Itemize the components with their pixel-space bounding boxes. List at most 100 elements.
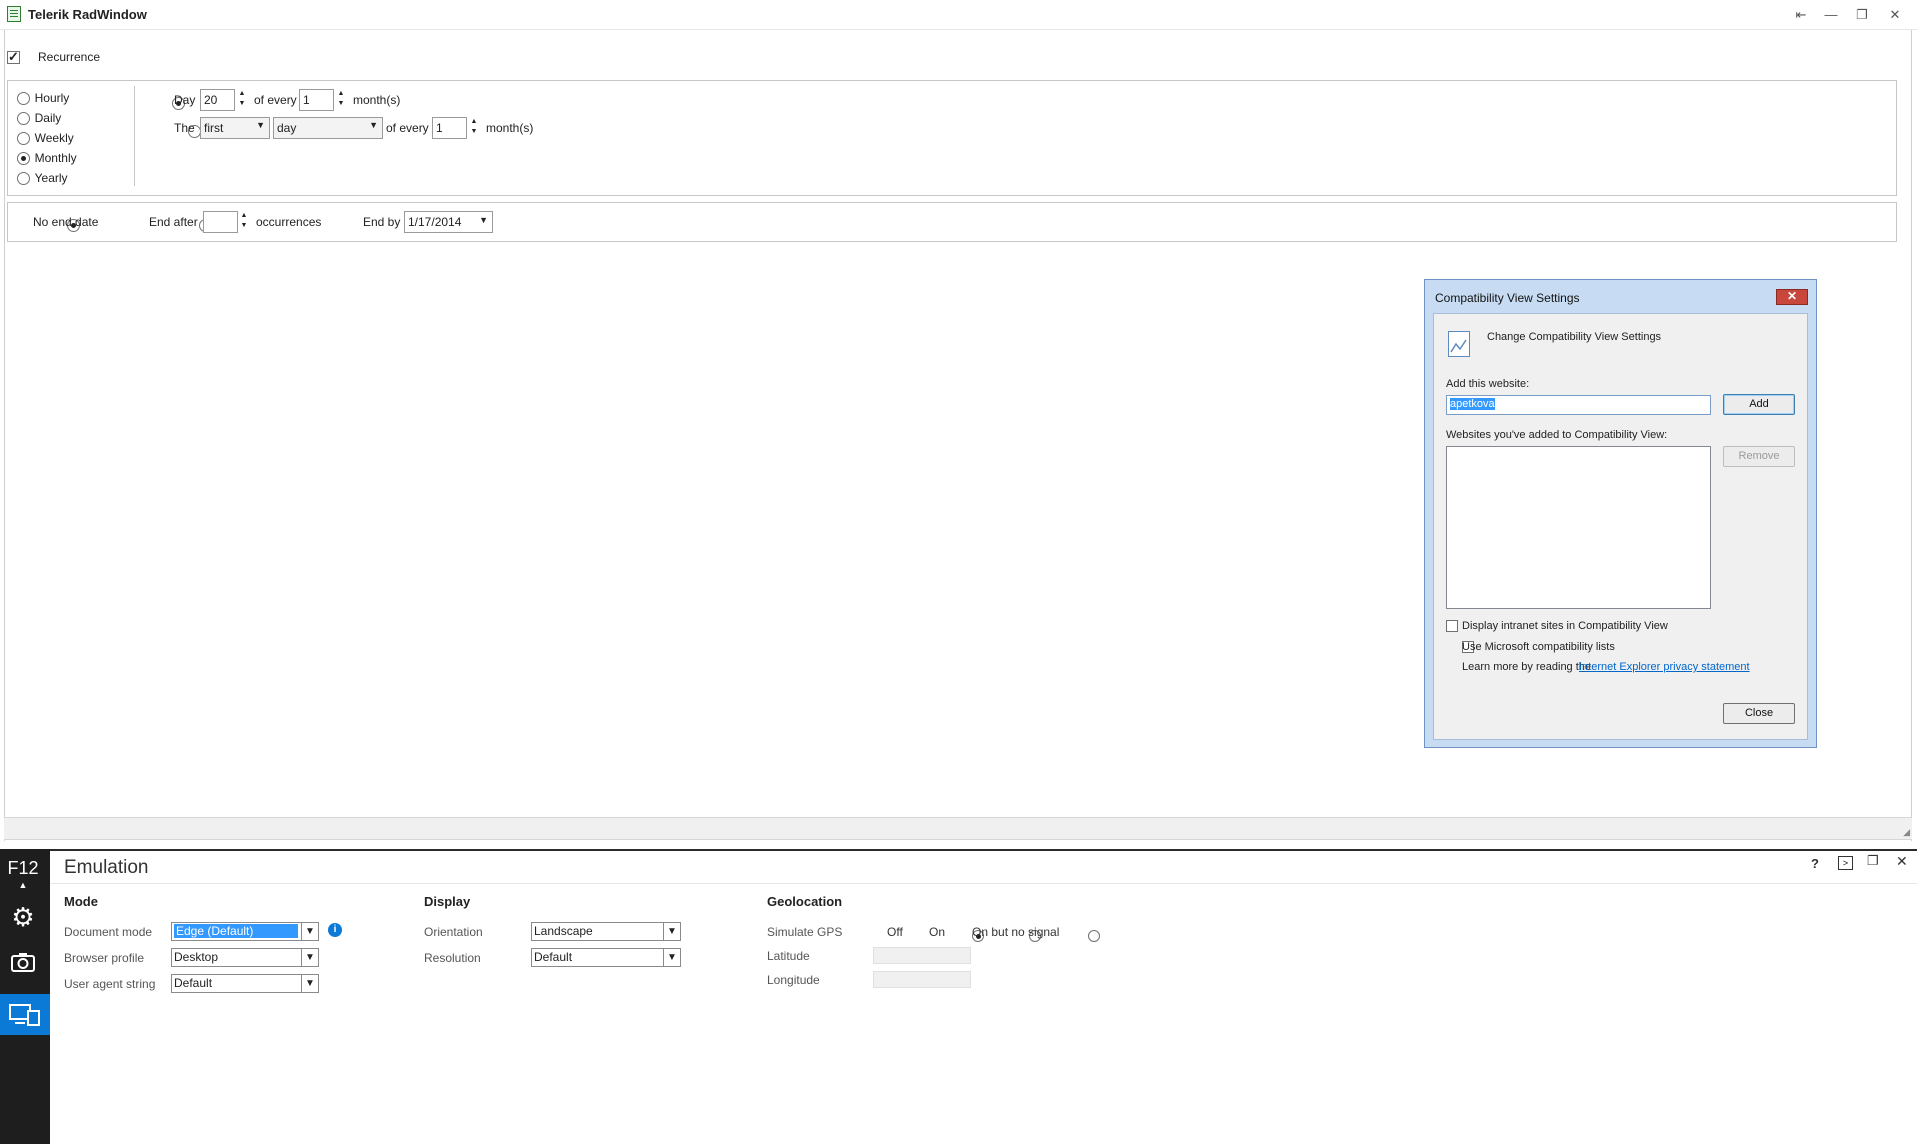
longitude-label: Longitude xyxy=(767,973,820,987)
website-input[interactable]: apetkova xyxy=(1446,395,1711,415)
of-every-label: of every xyxy=(254,93,297,107)
window-status-bar: ◢ xyxy=(4,817,1912,840)
info-icon[interactable]: i xyxy=(328,923,342,937)
app-icon xyxy=(7,6,21,22)
window-title-bar: Telerik RadWindow ⇤ — ❐ ✕ xyxy=(0,0,1917,30)
dialog-close-button[interactable]: ✕ xyxy=(1776,289,1808,305)
collapse-arrow-icon[interactable]: ▲ xyxy=(0,880,46,890)
console-toggle-icon[interactable]: > xyxy=(1838,856,1853,870)
interval-input[interactable]: 1 xyxy=(299,89,334,111)
interval-spinner[interactable]: ▲ ▼ xyxy=(336,89,346,111)
day-label: Day xyxy=(174,93,196,107)
pattern-divider xyxy=(134,86,135,186)
resolution-select[interactable]: Default ▼ xyxy=(531,948,681,967)
remove-button[interactable]: Remove xyxy=(1723,446,1795,467)
radio-yearly[interactable] xyxy=(17,172,30,186)
websites-list-label: Websites you've added to Compatibility V… xyxy=(1446,429,1668,441)
minimize-icon[interactable]: — xyxy=(1822,6,1840,24)
emulation-icon xyxy=(9,1003,41,1030)
compat-view-dialog: Compatibility View Settings ✕ Change Com… xyxy=(1424,279,1817,748)
the-label: The xyxy=(174,121,195,135)
recurrence-checkbox[interactable] xyxy=(7,49,20,65)
add-button[interactable]: Add xyxy=(1723,394,1795,415)
frequency-option-daily[interactable]: Daily xyxy=(17,110,61,126)
frequency-option-hourly[interactable]: Hourly xyxy=(17,90,69,106)
websites-list[interactable] xyxy=(1446,446,1711,609)
privacy-statement-link[interactable]: Internet Explorer privacy statement xyxy=(1579,661,1750,673)
occurrences-label: occurrences xyxy=(256,215,322,229)
occurrences-input[interactable] xyxy=(203,211,238,233)
weekday-dropdown[interactable]: day ▼ xyxy=(273,117,383,139)
interval-input-2[interactable]: 1 xyxy=(432,117,467,139)
browser-profile-label: Browser profile xyxy=(64,951,145,965)
of-every-label-2: of every xyxy=(386,121,429,135)
browser-profile-select[interactable]: Desktop ▼ xyxy=(171,948,319,967)
day-input[interactable]: 20 xyxy=(200,89,235,111)
simulate-gps-label: Simulate GPS xyxy=(767,925,843,939)
ms-lists-label: Use Microsoft compatibility lists xyxy=(1462,641,1615,653)
chevron-down-icon: ▼ xyxy=(301,949,318,966)
help-icon[interactable]: ? xyxy=(1811,856,1819,871)
devtools-close-icon[interactable]: ✕ xyxy=(1896,853,1908,870)
camera-icon[interactable] xyxy=(0,951,46,976)
devtools-pane xyxy=(0,849,1917,1144)
mode-heading: Mode xyxy=(64,894,98,909)
f12-label: F12 xyxy=(7,858,39,878)
radio-monthly[interactable] xyxy=(17,152,30,166)
compat-view-icon xyxy=(1448,331,1470,357)
panel-title: Emulation xyxy=(64,857,149,878)
dropdown-arrow-icon: ▼ xyxy=(256,120,265,130)
longitude-input[interactable] xyxy=(873,971,971,988)
interval-spinner-2[interactable]: ▲ ▼ xyxy=(469,117,479,139)
chevron-down-icon: ▼ xyxy=(301,923,318,940)
document-mode-select[interactable]: Edge (Default) ▼ xyxy=(171,922,319,941)
months-label-2: month(s) xyxy=(486,121,534,135)
frequency-option-yearly[interactable]: Yearly xyxy=(17,170,68,186)
resolution-label: Resolution xyxy=(424,951,481,965)
end-by-date-picker[interactable]: 1/17/2014 ▼ xyxy=(404,211,493,233)
frequency-option-weekly[interactable]: Weekly xyxy=(17,130,74,146)
radio-hourly[interactable] xyxy=(17,92,30,106)
performance-gear-icon[interactable]: ⚙ xyxy=(0,902,46,933)
intranet-label: Display intranet sites in Compatibility … xyxy=(1462,620,1668,632)
display-heading: Display xyxy=(424,894,471,909)
undock-icon[interactable]: ❐ xyxy=(1867,853,1879,869)
months-label: month(s) xyxy=(353,93,401,107)
devtools-header-divider xyxy=(50,883,1917,884)
day-spinner[interactable]: ▲ ▼ xyxy=(237,89,247,111)
dropdown-arrow-icon: ▼ xyxy=(369,120,378,130)
chevron-down-icon: ▼ xyxy=(663,923,680,940)
gps-no-signal-radio[interactable] xyxy=(1088,929,1100,942)
radio-daily[interactable] xyxy=(17,112,30,126)
occurrences-spinner[interactable]: ▲ ▼ xyxy=(239,211,249,233)
pin-icon[interactable]: ⇤ xyxy=(1792,6,1810,24)
dialog-body: Change Compatibility View Settings Add t… xyxy=(1433,313,1808,740)
gps-off-label: Off xyxy=(887,925,903,939)
dropdown-arrow-icon[interactable]: ▼ xyxy=(479,215,488,225)
document-mode-label: Document mode xyxy=(64,925,153,939)
emulation-tab[interactable] xyxy=(0,994,50,1035)
geolocation-heading: Geolocation xyxy=(767,894,843,909)
radio-weekly[interactable] xyxy=(17,132,30,146)
devtools-sidebar: F12 ▲ ⚙ xyxy=(0,849,50,1144)
chevron-down-icon: ▼ xyxy=(301,975,318,992)
intranet-checkbox[interactable] xyxy=(1446,620,1458,632)
dialog-close-text-button[interactable]: Close xyxy=(1723,703,1795,724)
latitude-input[interactable] xyxy=(873,947,971,964)
resize-grip-icon[interactable]: ◢ xyxy=(1903,827,1910,838)
gps-no-signal-label: On but no signal xyxy=(972,925,1060,939)
ordinal-dropdown[interactable]: first ▼ xyxy=(200,117,270,139)
orientation-select[interactable]: Landscape ▼ xyxy=(531,922,681,941)
restore-icon[interactable]: ❐ xyxy=(1853,6,1871,24)
recurrence-label: Recurrence xyxy=(38,50,101,64)
add-website-label: Add this website: xyxy=(1446,378,1530,390)
end-by-label: End by xyxy=(363,215,401,229)
close-icon[interactable]: ✕ xyxy=(1886,6,1904,24)
user-agent-label: User agent string xyxy=(64,977,156,991)
learn-more-text: Learn more by reading the xyxy=(1462,661,1592,673)
window-title: Telerik RadWindow xyxy=(28,7,147,22)
chevron-down-icon: ▼ xyxy=(663,949,680,966)
frequency-option-monthly[interactable]: Monthly xyxy=(17,150,77,166)
dialog-title: Compatibility View Settings xyxy=(1435,291,1580,305)
user-agent-select[interactable]: Default ▼ xyxy=(171,974,319,993)
